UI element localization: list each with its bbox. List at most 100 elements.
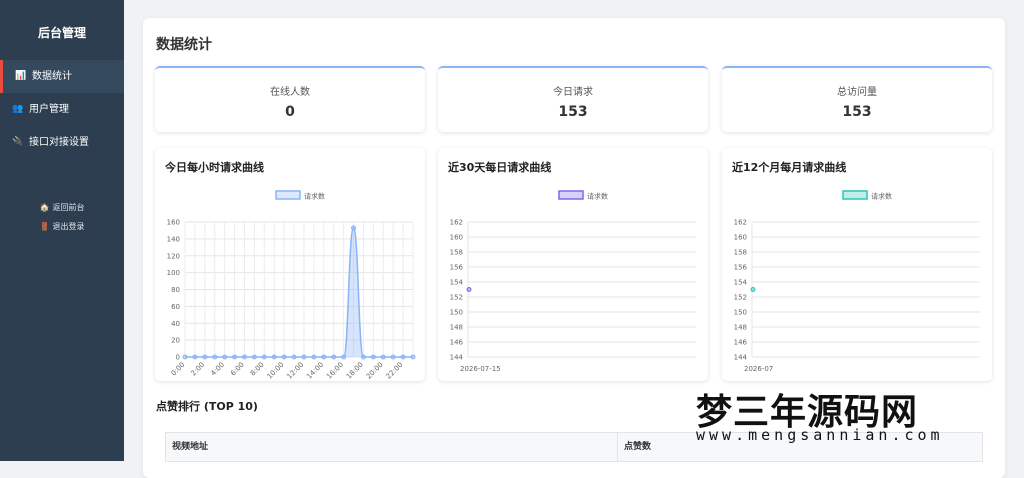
sidebar-links: 🏠 返回前台 🚪 退出登录 — [0, 198, 124, 236]
legend-label: 请求数 — [871, 192, 892, 201]
data-point — [182, 354, 188, 360]
y-tick-label: 158 — [734, 249, 747, 257]
data-point — [281, 354, 287, 360]
data-point — [192, 354, 198, 360]
x-tick-label: 8:00 — [249, 361, 266, 378]
legend: 请求数 — [558, 190, 608, 201]
data-point — [341, 354, 347, 360]
y-tick-label: 100 — [167, 269, 180, 277]
stat-value: 153 — [558, 104, 588, 120]
x-tick-label: 12:00 — [285, 361, 305, 381]
y-tick-label: 20 — [171, 337, 180, 345]
stat-card-today-requests: 今日请求 153 — [438, 66, 708, 132]
y-tick-label: 148 — [734, 324, 747, 332]
y-tick-label: 160 — [167, 219, 180, 227]
page-title: 数据统计 — [156, 37, 212, 53]
data-point — [222, 354, 228, 360]
y-tick-label: 120 — [167, 252, 180, 260]
data-point — [241, 354, 247, 360]
data-point — [380, 354, 386, 360]
x-tick-label: 2026-07-15 — [460, 365, 501, 373]
y-tick-label: 156 — [450, 264, 464, 272]
y-tick-label: 160 — [734, 234, 747, 242]
legend-swatch — [275, 190, 301, 200]
data-point — [291, 354, 297, 360]
y-tick-label: 144 — [734, 354, 748, 362]
y-tick-label: 150 — [450, 309, 463, 317]
data-point — [466, 287, 472, 292]
y-tick-label: 162 — [734, 219, 747, 227]
data-point — [360, 354, 366, 360]
x-tick-label: 14:00 — [305, 361, 325, 381]
y-tick-label: 144 — [450, 354, 464, 362]
legend: 请求数 — [275, 190, 325, 201]
back-to-front-link[interactable]: 🏠 返回前台 — [0, 198, 124, 217]
data-point — [321, 354, 327, 360]
y-tick-label: 156 — [734, 264, 748, 272]
chart-daily: 请求数 144 146 148 150 152 154 156 158 160 162 2026-07… — [450, 190, 696, 373]
data-point — [202, 354, 208, 360]
y-tick-label: 158 — [450, 249, 463, 257]
data-point — [390, 354, 396, 360]
chart-card-monthly: 近12个月每月请求曲线 请求数 144 146 148 150 152 154 156 158 1… — [722, 148, 992, 381]
stat-card-online: 在线人数 0 — [155, 66, 425, 132]
legend-swatch — [558, 190, 584, 200]
x-tick-label: 20:00 — [365, 361, 385, 381]
chart-card-hourly: 今日每小时请求曲线 请求数 0 20 40 60 80 100 120 140 160 0:00 2:… — [155, 148, 425, 381]
plug-icon: 🔌 — [12, 137, 24, 147]
chart-hourly: 请求数 0 20 40 60 80 100 120 140 160 0:00 2:00 4:00 6:00… — [167, 190, 416, 381]
data-point — [331, 354, 337, 360]
data-point — [251, 354, 257, 360]
y-tick-label: 146 — [450, 339, 464, 347]
y-tick-label: 160 — [450, 234, 463, 242]
door-icon: 🚪 — [39, 222, 50, 231]
x-tick-label: 18:00 — [345, 361, 365, 381]
data-point — [271, 354, 277, 360]
y-tick-label: 146 — [734, 339, 748, 347]
data-point — [261, 354, 267, 360]
y-tick-label: 152 — [734, 294, 747, 302]
column-header-video-url: 视频地址 — [166, 433, 618, 461]
data-point — [301, 354, 307, 360]
users-icon: 👥 — [12, 104, 24, 114]
series-line — [185, 227, 413, 358]
sidebar-brand: 后台管理 — [37, 26, 86, 40]
y-tick-label: 150 — [734, 309, 747, 317]
stat-card-total-visits: 总访问量 153 — [722, 66, 992, 132]
x-tick-label: 4:00 — [209, 361, 226, 378]
sidebar-item-stats[interactable]: 📊 数据统计 — [0, 60, 124, 93]
data-point — [410, 354, 416, 360]
legend-swatch — [842, 190, 868, 200]
bar-chart-icon: 📊 — [15, 71, 27, 81]
watermark-url: www.mengsannian.com — [696, 426, 944, 444]
sidebar-item-label: 数据统计 — [32, 71, 72, 82]
logout-link[interactable]: 🚪 退出登录 — [0, 217, 124, 236]
sidebar-item-api-settings[interactable]: 🔌 接口对接设置 — [0, 126, 124, 159]
logout-label: 退出登录 — [52, 222, 85, 231]
data-point — [351, 225, 357, 231]
data-point — [232, 354, 238, 360]
sidebar-item-users[interactable]: 👥 用户管理 — [0, 93, 124, 126]
y-tick-label: 0 — [176, 354, 180, 362]
x-tick-label: 6:00 — [229, 361, 246, 378]
x-tick-label: 10:00 — [266, 361, 286, 381]
y-tick-label: 60 — [171, 303, 180, 311]
ranking-title: 点赞排行 (TOP 10) — [156, 400, 258, 413]
stat-value: 153 — [842, 104, 872, 120]
y-tick-label: 154 — [734, 279, 748, 287]
stat-label: 总访问量 — [837, 87, 877, 98]
data-point — [400, 354, 406, 360]
data-point — [370, 354, 376, 360]
sidebar: 后台管理 📊 数据统计 👥 用户管理 🔌 接口对接设置 🏠 返回前台 🚪 退出登… — [0, 0, 124, 461]
series-area — [185, 227, 413, 357]
stat-label: 在线人数 — [270, 87, 310, 98]
home-icon: 🏠 — [39, 203, 50, 212]
stat-label: 今日请求 — [553, 87, 593, 98]
y-tick-label: 80 — [171, 286, 180, 294]
y-tick-label: 162 — [450, 219, 463, 227]
y-tick-label: 152 — [450, 294, 463, 302]
chart-monthly: 请求数 144 146 148 150 152 154 156 158 160 162 2026-07 — [734, 190, 980, 373]
x-tick-label: 0:00 — [170, 361, 187, 378]
data-point — [212, 354, 218, 360]
chart-card-daily: 近30天每日请求曲线 请求数 144 146 148 150 152 154 156 158 16… — [438, 148, 708, 381]
